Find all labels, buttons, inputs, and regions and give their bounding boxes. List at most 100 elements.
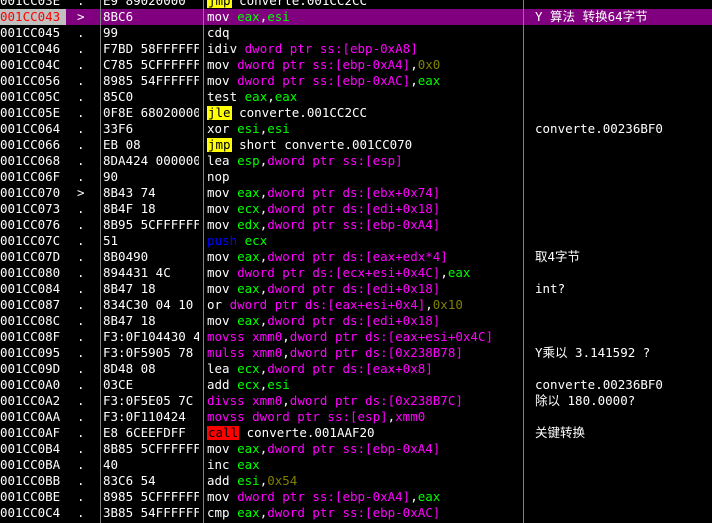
- instruction-cell: or dword ptr ds:[eax+esi+0x4],0x10: [207, 297, 521, 313]
- address-cell: 001CC0BE: [0, 489, 61, 504]
- disasm-row[interactable]: 001CC05E. 0F8E 68020000 jle converte.001CC…: [0, 105, 712, 121]
- mnemonic: mov: [207, 489, 238, 504]
- address-cell: 001CC08C: [0, 313, 61, 328]
- address-cell: 001CC05C: [0, 89, 61, 104]
- disasm-row[interactable]: 001CC0AA. F3:0F110424 movss dword ptr ss:[…: [0, 409, 712, 425]
- address-cell: 001CC07C: [0, 233, 61, 248]
- operand: eax: [237, 9, 260, 24]
- mnemonic: mov: [207, 281, 238, 296]
- address-cell: 001CC04C: [0, 57, 61, 72]
- hex-bytes-cell: 83C6 54: [103, 473, 156, 488]
- comment-cell: int?: [535, 281, 566, 296]
- disasm-row[interactable]: 001CC070 >8B43 74 mov eax,dword ptr ds:[eb…: [0, 185, 712, 201]
- comment-cell: [535, 153, 712, 169]
- disasm-row[interactable]: 001CC07C. 51 push ecx: [0, 233, 712, 249]
- operand: converte.001CC2CC: [231, 0, 368, 8]
- address-cell: 001CC064: [0, 121, 61, 136]
- address-cell: 001CC066: [0, 137, 61, 152]
- jump-marker: .: [77, 329, 85, 344]
- hex-bytes-cell: F7BD 58FFFFFF: [103, 41, 199, 56]
- disasm-row[interactable]: 001CC080. 894431 4C mov dword ptr ds:[ecx+…: [0, 265, 712, 281]
- operand: dword ptr ss:[esp]: [267, 153, 403, 168]
- operand: dword ptr ds:[eax+edx*4]: [267, 249, 448, 264]
- operand: ,: [410, 57, 418, 72]
- jump-marker: .: [77, 217, 85, 232]
- instruction-cell: push ecx: [207, 233, 521, 249]
- address-cell: 001CC087: [0, 297, 61, 312]
- column-divider-hex[interactable]: [100, 0, 101, 523]
- disasm-row[interactable]: 001CC056. 8985 54FFFFFF mov dword ptr ss:[…: [0, 73, 712, 89]
- jump-marker: .: [77, 441, 85, 456]
- disasm-row[interactable]: 001CC0AF. E8 6CEEFDFF call converte.001AAF…: [0, 425, 712, 441]
- instruction-cell: mov eax,dword ptr ds:[eax+edx*4]: [207, 249, 521, 265]
- mnemonic: mov: [207, 441, 238, 456]
- jump-marker: .: [77, 73, 85, 88]
- disasm-row[interactable]: 001CC068. 8DA424 000000 lea esp,dword ptr …: [0, 153, 712, 169]
- disasm-row[interactable]: 001CC073. 8B4F 18 mov ecx,dword ptr ds:[ed…: [0, 201, 712, 217]
- operand: esi: [237, 121, 260, 136]
- jump-marker: .: [77, 457, 85, 472]
- column-divider-comment[interactable]: [523, 0, 524, 523]
- disasm-row[interactable]: 001CC0BE. 8985 5CFFFFFF mov dword ptr ss:[…: [0, 489, 712, 505]
- operand: dword ptr ss:[ebp-0xA4]: [237, 57, 411, 72]
- column-divider-asm[interactable]: [203, 0, 204, 523]
- comment-cell: [535, 489, 712, 505]
- jump-marker: .: [77, 153, 85, 168]
- operand: ,: [440, 265, 448, 280]
- disasm-row[interactable]: 001CC043 >8BC6 mov eax,esi Y 算法 转换64字节: [0, 9, 712, 25]
- disasm-row[interactable]: 001CC0C4. 3B85 54FFFFFF cmp eax,dword ptr …: [0, 505, 712, 521]
- mnemonic: cmp: [207, 505, 238, 520]
- comment-cell: [535, 441, 712, 457]
- disasm-row[interactable]: 001CC0A2. F3:0F5E05 7C divss xmm0,dword pt…: [0, 393, 712, 409]
- operand: dword ptr ds:[eax+esi+0x4C]: [289, 329, 493, 344]
- disasm-row[interactable]: 001CC095. F3:0F5905 78 mulss xmm0,dword pt…: [0, 345, 712, 361]
- disasm-row[interactable]: 001CC08C. 8B47 18 mov eax,dword ptr ds:[ed…: [0, 313, 712, 329]
- disasm-row[interactable]: 001CC084. 8B47 18 mov eax,dword ptr ds:[ed…: [0, 281, 712, 297]
- operand: dword ptr ss:[ebp-0xA8]: [244, 41, 418, 56]
- disasm-row[interactable]: 001CC0BA. 40 inc eax: [0, 457, 712, 473]
- operand: dword ptr ds:[ecx+esi+0x4C]: [237, 265, 441, 280]
- mnemonic: nop: [207, 169, 230, 184]
- jump-marker: .: [77, 313, 85, 328]
- hex-bytes-cell: 8985 5CFFFFFF: [103, 489, 199, 504]
- jump-marker: .: [77, 489, 85, 504]
- hex-bytes-cell: 0F8E 68020000: [103, 105, 199, 120]
- operand: dword ptr ss:[esp]: [252, 409, 388, 424]
- operand: xmm0: [395, 409, 426, 424]
- disasm-row[interactable]: 001CC046. F7BD 58FFFFFF idiv dword ptr ss:…: [0, 41, 712, 57]
- disasm-row[interactable]: 001CC087. 834C30 04 10 or dword ptr ds:[ea…: [0, 297, 712, 313]
- instruction-cell: jmp converte.001CC2CC: [207, 0, 521, 9]
- disasm-row[interactable]: 001CC06F. 90 nop: [0, 169, 712, 185]
- disasm-row[interactable]: 001CC0BB. 83C6 54 add esi,0x54: [0, 473, 712, 489]
- disasm-row[interactable]: 001CC03E. E9 89020000 jmp converte.001CC2C…: [0, 0, 712, 9]
- comment-cell: [535, 57, 712, 73]
- disasm-row[interactable]: 001CC05C. 85C0 test eax,eax: [0, 89, 712, 105]
- disasm-row[interactable]: 001CC066. EB 08 jmp short converte.001CC07…: [0, 137, 712, 153]
- address-cell: 001CC0A0: [0, 377, 61, 392]
- jump-marker: .: [77, 265, 85, 280]
- mnemonic: or: [207, 297, 230, 312]
- instruction-cell: mov edx,dword ptr ss:[ebp-0xA4]: [207, 217, 521, 233]
- disasm-row[interactable]: 001CC09D. 8D48 08 lea ecx,dword ptr ds:[ea…: [0, 361, 712, 377]
- disasm-row[interactable]: 001CC076. 8B95 5CFFFFFF mov edx,dword ptr …: [0, 217, 712, 233]
- disasm-row[interactable]: 001CC045. 99 cdq: [0, 25, 712, 41]
- disasm-row[interactable]: 001CC04C. C785 5CFFFFFF mov dword ptr ss:[…: [0, 57, 712, 73]
- disassembly-view[interactable]: 001CC03E. E9 89020000 jmp converte.001CC2C…: [0, 0, 712, 523]
- comment-cell: [535, 409, 712, 425]
- mnemonic: mov: [207, 249, 238, 264]
- operand: 0x54: [267, 473, 298, 488]
- comment-cell: [535, 169, 712, 185]
- address-cell: 001CC08F: [0, 329, 61, 344]
- disasm-row[interactable]: 001CC0B4. 8B85 5CFFFFFF mov eax,dword ptr …: [0, 441, 712, 457]
- disasm-row[interactable]: 001CC0A0. 03CE add ecx,esi converte.00236BF…: [0, 377, 712, 393]
- instruction-cell: mulss xmm0,dword ptr ds:[0x238B78]: [207, 345, 521, 361]
- disasm-row[interactable]: 001CC064. 33F6 xor esi,esi converte.00236BF…: [0, 121, 712, 137]
- mnemonic: jle: [207, 105, 232, 120]
- operand: dword ptr ds:[edi+0x18]: [267, 201, 441, 216]
- jump-marker: .: [77, 361, 85, 376]
- operand: dword ptr ss:[ebp-0xA4]: [267, 217, 441, 232]
- operand: converte.001CC2CC: [231, 105, 368, 120]
- instruction-cell: cdq: [207, 25, 521, 41]
- disasm-row[interactable]: 001CC08F. F3:0F104430 4C movss xmm0,dword …: [0, 329, 712, 345]
- disasm-row[interactable]: 001CC07D. 8B0490 mov eax,dword ptr ds:[eax…: [0, 249, 712, 265]
